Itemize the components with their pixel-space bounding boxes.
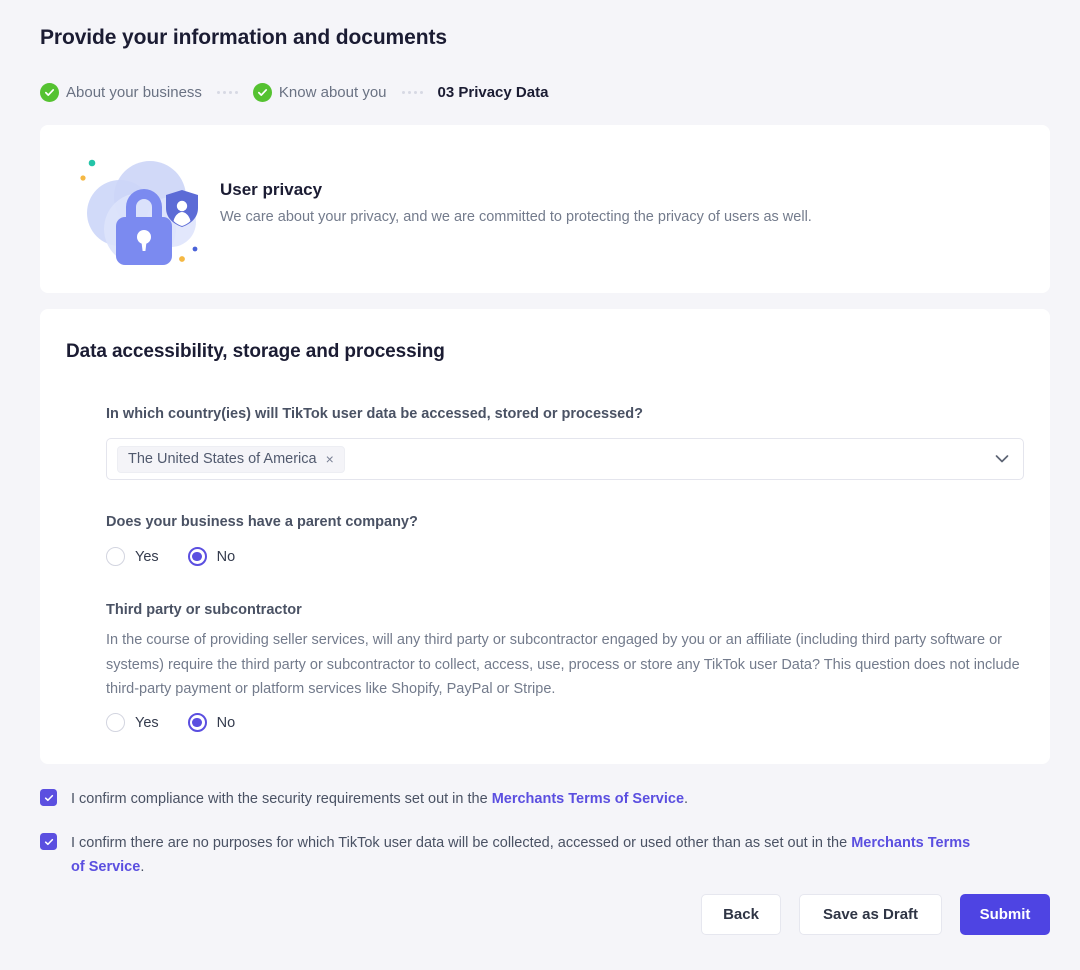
- radio-label: No: [217, 715, 236, 731]
- radio-label: No: [217, 549, 236, 565]
- form-actions: Back Save as Draft Submit: [701, 894, 1050, 935]
- confirmation-row-purposes[interactable]: I confirm there are no purposes for whic…: [40, 831, 980, 879]
- radio-label: Yes: [135, 715, 159, 731]
- parent-company-question-label: Does your business have a parent company…: [106, 514, 418, 530]
- confirmation-text: I confirm there are no purposes for whic…: [71, 831, 980, 879]
- step-privacy-data[interactable]: 03 Privacy Data: [438, 84, 549, 101]
- user-privacy-title: User privacy: [220, 180, 812, 200]
- confirmation-text-before: I confirm compliance with the security r…: [71, 791, 492, 807]
- save-as-draft-button[interactable]: Save as Draft: [799, 894, 942, 935]
- third-party-question-label: Third party or subcontractor: [106, 602, 302, 618]
- data-accessibility-card: Data accessibility, storage and processi…: [40, 309, 1050, 764]
- confirmation-text-after: .: [140, 859, 144, 875]
- lock-shield-user-illustration: [78, 145, 208, 273]
- country-tag[interactable]: The United States of America ×: [117, 446, 345, 473]
- checkbox-checked-icon[interactable]: [40, 833, 57, 850]
- check-circle-icon: [40, 83, 59, 102]
- check-circle-icon: [253, 83, 272, 102]
- user-privacy-description: We care about your privacy, and we are c…: [220, 209, 812, 225]
- user-privacy-card: User privacy We care about your privacy,…: [40, 125, 1050, 293]
- submit-button[interactable]: Submit: [960, 894, 1050, 935]
- step-label: About your business: [66, 84, 202, 101]
- radio-unselected-icon[interactable]: [106, 713, 125, 732]
- step-label: 03 Privacy Data: [438, 84, 549, 101]
- confirmation-text: I confirm compliance with the security r…: [71, 787, 688, 811]
- step-about-your-business[interactable]: About your business: [40, 83, 202, 102]
- third-party-radio-group[interactable]: Yes No: [106, 713, 264, 732]
- confirmation-text-before: I confirm there are no purposes for whic…: [71, 835, 851, 851]
- step-separator-dots-icon: [402, 91, 423, 94]
- remove-tag-icon[interactable]: ×: [326, 452, 334, 466]
- chevron-down-icon[interactable]: [995, 455, 1009, 464]
- checkbox-checked-icon[interactable]: [40, 789, 57, 806]
- progress-stepper: About your business Know about you 03 Pr…: [40, 80, 548, 104]
- radio-label: Yes: [135, 549, 159, 565]
- country-tag-label: The United States of America: [128, 451, 317, 467]
- section-title: Data accessibility, storage and processi…: [66, 341, 1024, 363]
- merchants-terms-of-service-link[interactable]: Merchants Terms of Service: [492, 791, 684, 807]
- third-party-option-yes[interactable]: Yes: [106, 713, 159, 732]
- user-privacy-text: User privacy We care about your privacy,…: [220, 180, 812, 225]
- back-button[interactable]: Back: [701, 894, 781, 935]
- step-separator-dots-icon: [217, 91, 238, 94]
- step-know-about-you[interactable]: Know about you: [253, 83, 387, 102]
- third-party-question-description: In the course of providing seller servic…: [106, 628, 1041, 702]
- radio-selected-icon[interactable]: [188, 713, 207, 732]
- parent-company-option-yes[interactable]: Yes: [106, 547, 159, 566]
- page-title: Provide your information and documents: [40, 26, 447, 50]
- parent-company-radio-group[interactable]: Yes No: [106, 547, 264, 566]
- confirmation-row-security[interactable]: I confirm compliance with the security r…: [40, 787, 1040, 811]
- privacy-data-form-page: Provide your information and documents A…: [0, 0, 1080, 970]
- radio-unselected-icon[interactable]: [106, 547, 125, 566]
- parent-company-option-no[interactable]: No: [188, 547, 236, 566]
- third-party-option-no[interactable]: No: [188, 713, 236, 732]
- country-question-label: In which country(ies) will TikTok user d…: [106, 406, 643, 422]
- country-multiselect[interactable]: The United States of America ×: [106, 438, 1024, 480]
- confirmation-text-after: .: [684, 791, 688, 807]
- radio-selected-icon[interactable]: [188, 547, 207, 566]
- step-label: Know about you: [279, 84, 387, 101]
